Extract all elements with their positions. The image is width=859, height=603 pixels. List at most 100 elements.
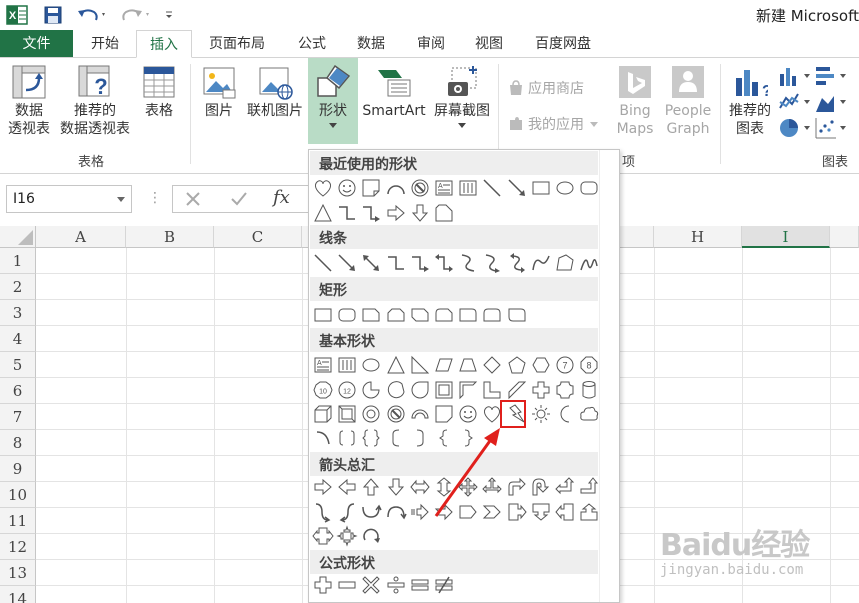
shape-hexagon-icon[interactable] — [530, 354, 552, 376]
tab-view[interactable]: 视图 — [462, 30, 516, 58]
shape-arc-open-icon[interactable] — [312, 427, 334, 449]
shape-curved-right-icon[interactable] — [312, 501, 334, 523]
shape-lr-arrow-icon[interactable] — [409, 476, 431, 498]
shape-dbl-brace-icon[interactable] — [360, 427, 382, 449]
tab-page-layout[interactable]: 页面布局 — [196, 30, 278, 58]
tab-formulas[interactable]: 公式 — [284, 30, 340, 58]
shape-left-bracket-icon[interactable] — [385, 427, 407, 449]
smartart-button[interactable]: SmartArt — [360, 62, 428, 120]
row-header[interactable]: 9 — [0, 456, 36, 482]
table-button[interactable]: 表格 — [138, 62, 180, 120]
shape-arrow-line-icon[interactable] — [506, 177, 528, 199]
shape-curved-left-icon[interactable] — [336, 501, 358, 523]
shape-right-bracket-icon[interactable] — [409, 427, 431, 449]
shape-free-curve-icon[interactable] — [530, 252, 552, 274]
tab-review[interactable]: 审阅 — [404, 30, 458, 58]
row-header[interactable]: 4 — [0, 326, 36, 352]
confirm-formula-icon[interactable] — [229, 189, 249, 213]
column-header-b[interactable]: B — [126, 226, 214, 248]
shape-up-arrow-icon[interactable] — [360, 476, 382, 498]
shape-ud-arrow-icon[interactable] — [433, 476, 455, 498]
row-header[interactable]: 8 — [0, 430, 36, 456]
shape-arrow-line-icon[interactable] — [336, 252, 358, 274]
row-header[interactable]: 10 — [0, 482, 36, 508]
save-icon[interactable] — [40, 4, 66, 26]
shape-snip-round-icon[interactable] — [433, 304, 455, 326]
shape-line-icon[interactable] — [312, 252, 334, 274]
shape-teardrop-icon[interactable] — [409, 379, 431, 401]
shape-textbox-icon[interactable]: A — [312, 354, 334, 376]
screenshot-button[interactable]: 屏幕截图 — [430, 62, 494, 128]
shape-snip2diag-icon[interactable] — [409, 304, 431, 326]
shape-notched-right-icon[interactable] — [433, 501, 455, 523]
line-chart-button[interactable] — [778, 90, 814, 114]
row-header[interactable]: 14 — [0, 586, 36, 603]
shape-curve-dbl-icon[interactable] — [506, 252, 528, 274]
shape-lr-callout-icon[interactable] — [312, 525, 334, 547]
tab-data[interactable]: 数据 — [344, 30, 398, 58]
shape-elbow-icon[interactable] — [336, 202, 358, 224]
shape-left-brace-icon[interactable] — [433, 427, 455, 449]
shape-triangle-icon[interactable] — [385, 354, 407, 376]
shape-math-minus-icon[interactable] — [336, 574, 358, 596]
pivot-table-button[interactable]: 数据 透视表 — [4, 62, 54, 138]
shape-heptagon-icon[interactable]: 7 — [554, 354, 576, 376]
shape-no-symbol-icon[interactable] — [409, 177, 431, 199]
shape-arc-icon[interactable] — [385, 177, 407, 199]
recommended-pivot-button[interactable]: ? 推荐的 数据透视表 — [56, 62, 134, 138]
shape-folded-corner2-icon[interactable] — [433, 403, 455, 425]
shape-cloud-icon[interactable] — [578, 403, 600, 425]
shape-lr-up-arrow-icon[interactable] — [481, 476, 503, 498]
shape-up-callout-icon[interactable] — [578, 501, 600, 523]
shape-math-multiply-icon[interactable] — [360, 574, 382, 596]
shape-oval-icon[interactable] — [360, 354, 382, 376]
shapes-button[interactable]: 形状 — [308, 58, 358, 144]
shape-curved-up-icon[interactable] — [360, 501, 383, 523]
shape-curve-arrow-icon[interactable] — [481, 252, 503, 274]
shape-foldedcorner-icon[interactable] — [360, 177, 382, 199]
shape-half-frame-icon[interactable] — [457, 379, 479, 401]
shape-line-icon[interactable] — [481, 177, 503, 199]
shape-math-divide-icon[interactable] — [385, 574, 407, 596]
shape-right-arrow-icon[interactable] — [312, 476, 334, 498]
shape-curved-down-icon[interactable] — [385, 501, 407, 523]
bing-maps-button[interactable]: Bing Maps — [612, 62, 658, 138]
shape-block-arc-icon[interactable] — [409, 403, 431, 425]
shape-curve-icon[interactable] — [457, 252, 479, 274]
shape-vtextbox-icon[interactable] — [336, 354, 358, 376]
shape-left-up-arrow-icon[interactable] — [554, 476, 576, 498]
shape-right-callout-icon[interactable] — [506, 501, 528, 523]
shape-l-shape-icon[interactable] — [481, 379, 503, 401]
scatter-chart-button[interactable] — [814, 116, 850, 140]
shape-pentagon-icon[interactable] — [506, 354, 528, 376]
shape-parallelogram-icon[interactable] — [433, 354, 455, 376]
shape-elbow-arrow-icon[interactable] — [360, 202, 382, 224]
customize-toolbar-icon[interactable] — [160, 4, 178, 26]
shape-right-arrow-icon[interactable] — [385, 202, 407, 224]
shape-round2diag-icon[interactable] — [506, 304, 528, 326]
row-header[interactable]: 11 — [0, 508, 36, 534]
shape-round-rect-icon[interactable] — [578, 177, 600, 199]
tab-file[interactable]: 文件 — [0, 30, 73, 58]
row-header[interactable]: 12 — [0, 534, 36, 560]
insert-function-icon[interactable]: fx — [273, 187, 290, 208]
shape-diamond-icon[interactable] — [481, 354, 503, 376]
shape-round1-icon[interactable] — [457, 304, 479, 326]
shape-dbl-bracket-icon[interactable] — [336, 427, 358, 449]
row-header[interactable]: 5 — [0, 352, 36, 378]
shape-oval-icon[interactable] — [554, 177, 576, 199]
shape-trapezoid-icon[interactable] — [457, 354, 479, 376]
column-chart-button[interactable] — [778, 64, 814, 88]
shape-sun-icon[interactable] — [530, 403, 552, 425]
select-all-corner[interactable] — [0, 226, 36, 248]
shape-right-brace-icon[interactable] — [457, 427, 479, 449]
shape-rect-icon[interactable] — [312, 304, 334, 326]
shape-bevel-icon[interactable] — [336, 403, 358, 425]
shape-left-callout-icon[interactable] — [554, 501, 576, 523]
tab-home[interactable]: 开始 — [78, 30, 132, 58]
shape-diag-stripe-icon[interactable] — [506, 379, 528, 401]
shape-chevron-icon[interactable] — [481, 501, 503, 523]
shape-dbl-arrow-line-icon[interactable] — [360, 252, 382, 274]
shape-dodecagon-icon[interactable]: 12 — [336, 379, 358, 401]
tab-baidu-netdisk[interactable]: 百度网盘 — [522, 30, 604, 58]
